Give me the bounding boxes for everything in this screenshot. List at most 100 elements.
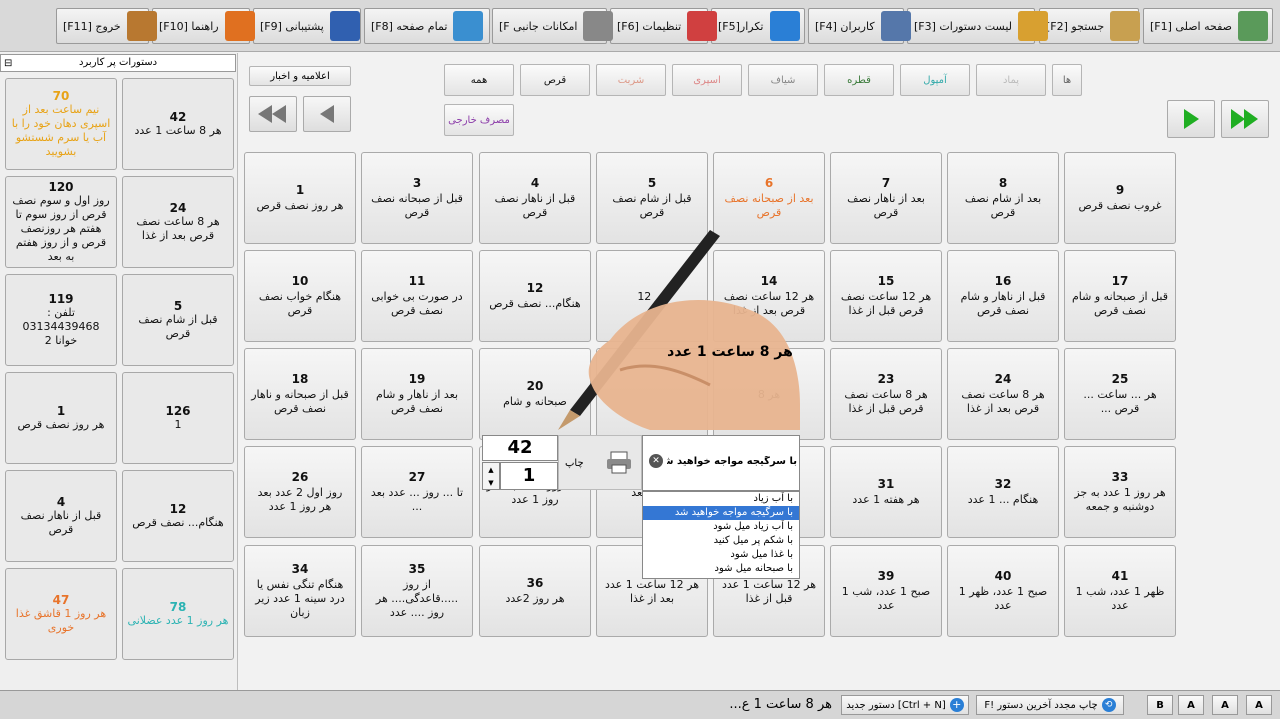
toolbar-button-1[interactable]: [F1] صفحه اصلی [1143,8,1273,44]
filter-2[interactable]: پماد [976,64,1046,96]
sidebar-command-card[interactable]: 119 تلفن : 03134439468 خوانا 2 [5,274,117,366]
sidebar-command-card[interactable]: 24 هر 8 ساعت نصف قرص بعد از غذا [122,176,234,268]
toolbar-button-2[interactable]: [F2] جستجو [1039,8,1141,44]
grid-command-card[interactable]: 18 قبل از صبحانه و ناهار نصف قرص [244,348,356,440]
grid-command-card[interactable]: 32 هنگام ... 1 عدد [947,446,1059,538]
toolbar-button-7[interactable]: [F امکانات جانبی [492,8,614,44]
sidebar-command-card[interactable]: 12 هنگام... نصف قرص [122,470,234,562]
grid-command-card[interactable]: 26 روز اول 2 عدد بعد هر روز 1 عدد [244,446,356,538]
first-page-button[interactable] [249,96,297,132]
grid-command-card[interactable]: 11 در صورت بی خوابی نصف قرص [361,250,473,342]
grid-command-card[interactable]: 1 هر روز نصف قرص [244,152,356,244]
toolbar-button-4[interactable]: [F4] کاربران [808,8,911,44]
printer-icon[interactable] [605,450,633,474]
font-button-2[interactable]: A [1178,695,1204,715]
toolbar-button-label: [F8] تمام صفحه [371,19,448,33]
sidebar-command-card[interactable]: 78 هر روز 1 عدد عضلانی [122,568,234,660]
instruction-input[interactable]: با سرگیجه مواجه خواهید شد [667,456,797,467]
grid-command-card[interactable]: 19 بعد از ناهار و شام نصف قرص [361,348,473,440]
toolbar-button-10[interactable]: [F10] راهنما [152,8,255,44]
grid-command-card[interactable]: 7 بعد از ناهار نصف قرص [830,152,942,244]
sidebar-command-card[interactable]: 5 قبل از شام نصف قرص [122,274,234,366]
dropdown-option[interactable]: با آب زیاد میل شود [643,520,799,534]
spin-up-icon[interactable]: ▲ [488,466,493,474]
command-number: 8 [998,176,1008,190]
grid-command-card[interactable]: 31 هر هفته 1 عدد [830,446,942,538]
font-button-3[interactable]: A [1212,695,1238,715]
filter-8[interactable]: قرص [520,64,590,96]
instruction-combo[interactable]: ✕ با سرگیجه مواجه خواهید شد [642,435,800,491]
filter-4[interactable]: قطره [824,64,894,96]
double-left-arrow-icon [258,105,286,123]
dropdown-option[interactable]: با غذا میل شود [643,548,799,562]
spin-down-icon[interactable]: ▼ [488,479,493,487]
filter-1[interactable]: ها [1052,64,1082,96]
grid-command-card[interactable]: 25 هر ... ساعت ... قرص ... [1064,348,1176,440]
command-number: 18 [291,372,309,386]
sidebar-command-card[interactable]: 47 هر روز 1 قاشق غذا خوری [5,568,117,660]
dropdown-option[interactable]: با آب زیاد [643,492,799,506]
grid-command-card[interactable]: 10 هنگام خواب نصف قرص [244,250,356,342]
command-number: 70 [52,89,70,103]
quantity-field[interactable]: 1 [500,462,558,490]
grid-command-card[interactable]: 40 صبح 1 عدد، ظهر 1 عدد [947,545,1059,637]
command-number: 25 [1111,372,1129,386]
grid-command-card[interactable]: 8 بعد از شام نصف قرص [947,152,1059,244]
last-page-button[interactable] [1221,100,1269,138]
filter-5[interactable]: شیاف [748,64,818,96]
news-button[interactable]: اعلامیه و اخبار [249,66,351,86]
sidebar-command-card[interactable]: 70 نیم ساعت بعد از اسپری دهان خود را با آ… [5,78,117,170]
dropdown-option[interactable]: با سرگیجه مواجه خواهید شد [643,506,799,520]
dropdown-option[interactable]: با صبحانه میل شود [643,562,799,576]
command-number: 42 [169,110,187,124]
filter-6[interactable]: اسپری [672,64,742,96]
command-number-field[interactable]: 42 [482,435,558,461]
command-text: در صورت بی خوابی نصف قرص [371,290,463,317]
toolbar-button-11[interactable]: [F11] خروج [56,8,157,44]
grid-command-card[interactable]: 41 ظهر 1 عدد، شب 1 عدد [1064,545,1176,637]
sidebar-command-card[interactable]: 120 روز اول و سوم نصف قرص از روز سوم تا ه… [5,176,117,268]
prev-page-button[interactable] [303,96,351,132]
grid-command-card[interactable]: 15 هر 12 ساعت نصف قرص قبل از غذا [830,250,942,342]
filter-external[interactable]: مصرف خارجی [444,104,514,136]
toolbar-button-5[interactable]: [F5]تکرار [711,8,805,44]
filter-9[interactable]: همه [444,64,514,96]
grid-command-card[interactable]: 16 قبل از ناهار و شام نصف قرص [947,250,1059,342]
grid-command-card[interactable]: 27 تا ... روز ... عدد بعد ... [361,446,473,538]
sidebar-command-card[interactable]: 4 قبل از ناهار نصف قرص [5,470,117,562]
filter-label: شربت [617,74,645,86]
pin-icon[interactable]: ⊟ [4,56,12,72]
toolbar-button-6[interactable]: [F6] تنظیمات [610,8,718,44]
grid-command-card[interactable]: 24 هر 8 ساعت نصف قرص بعد از غذا [947,348,1059,440]
grid-command-card[interactable]: 36 هر روز 2عدد [479,545,591,637]
dropdown-option[interactable]: با شکم پر میل کنید [643,534,799,548]
font-button-1[interactable]: B [1147,695,1173,715]
clear-icon[interactable]: ✕ [649,454,663,468]
grid-command-card[interactable]: 9 غروب نصف قرص [1064,152,1176,244]
command-text: هر روز نصف قرص [17,418,105,431]
filter-7[interactable]: شربت [596,64,666,96]
grid-command-card[interactable]: 39 صبح 1 عدد، شب 1 عدد [830,545,942,637]
sidebar-command-card[interactable]: 1 هر روز نصف قرص [5,372,117,464]
command-text: هر 8 ساعت نصف قرص بعد از غذا [961,388,1045,415]
sidebar-command-card[interactable]: 42 هر 8 ساعت 1 عدد [122,78,234,170]
grid-command-card[interactable]: 33 هر روز 1 عدد به جز دوشنبه و جمعه [1064,446,1176,538]
toolbar-button-9[interactable]: [F9] پشتیبانی [253,8,361,44]
grid-command-card[interactable]: 23 هر 8 ساعت نصف قرص قبل از غذا [830,348,942,440]
grid-command-card[interactable]: 35 از روز .....قاعدگی.... هر روز .... عدد [361,545,473,637]
new-command-button[interactable]: دستور جدید [Ctrl + N] + [841,695,969,715]
grid-command-card[interactable]: 34 هنگام تنگی نفس یا درد سینه 1 عدد زیر ز… [244,545,356,637]
sidebar-command-card[interactable]: 126 1 [122,372,234,464]
toolbar-button-3[interactable]: [F3] لیست دستورات [907,8,1049,44]
font-button-4[interactable]: A [1246,695,1272,715]
reprint-button[interactable]: F! چاپ مجدد آخرین دستور ⟲ [976,695,1124,715]
quantity-spinner[interactable]: ▲ ▼ [482,462,500,490]
filter-3[interactable]: آمپول [900,64,970,96]
toolbar-button-8[interactable]: [F8] تمام صفحه [364,8,490,44]
command-text: قبل از صبحانه و ناهار نصف قرص [251,388,349,415]
grid-command-card[interactable]: 3 قبل از صبحانه نصف قرص [361,152,473,244]
command-text: هر روز 2عدد [505,592,565,605]
grid-command-card[interactable]: 17 قبل از صبحانه و شام نصف قرص [1064,250,1176,342]
command-number: 47 [52,593,70,607]
next-page-button[interactable] [1167,100,1215,138]
